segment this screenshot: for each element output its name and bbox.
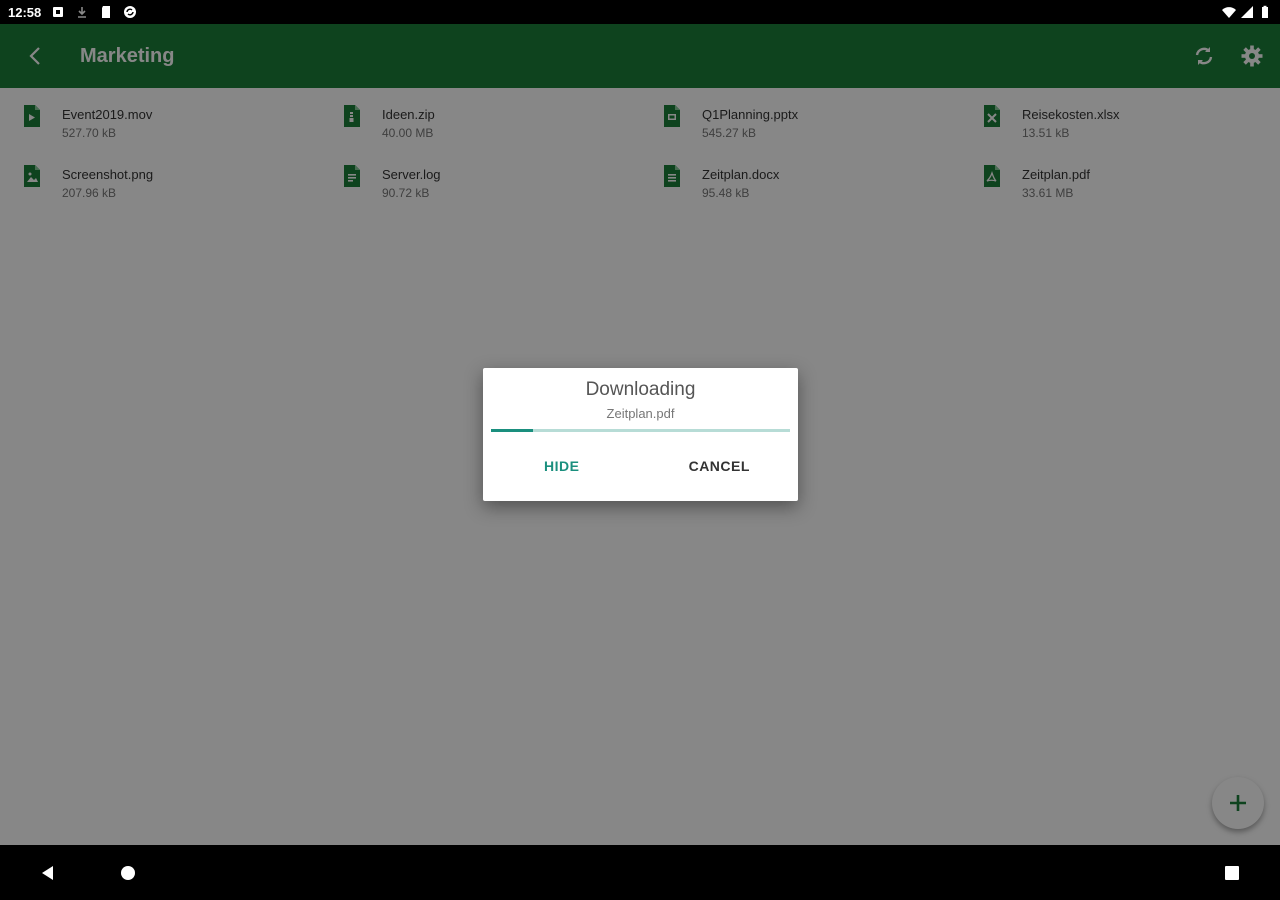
nav-recents-button[interactable] [1202, 845, 1262, 900]
dialog-filename: Zeitplan.pdf [606, 406, 675, 421]
cancel-button[interactable]: CANCEL [641, 452, 799, 480]
nav-back-button[interactable] [18, 845, 78, 900]
status-time: 12:58 [8, 4, 42, 20]
nav-recents-icon [1225, 865, 1239, 880]
sd-card-icon [102, 6, 111, 18]
download-dialog: Downloading Zeitplan.pdf HIDE CANCEL [483, 368, 798, 501]
signal-icon [1241, 6, 1253, 18]
notification-icon [53, 7, 64, 17]
nav-home-icon [121, 865, 135, 880]
dialog-buttons: HIDE CANCEL [483, 452, 798, 480]
dialog-title: Downloading [585, 379, 696, 400]
download-icon [78, 7, 87, 18]
screen: 12:58 Marketing Event2019.mov 527.70 kB … [0, 0, 1280, 900]
nav-back-icon [42, 865, 53, 880]
wifi-icon [1222, 7, 1236, 18]
download-progress-fill [491, 429, 533, 432]
status-bar: 12:58 [0, 0, 1280, 24]
hide-button[interactable]: HIDE [483, 452, 641, 480]
sync-status-icon [124, 6, 137, 18]
navigation-bar [0, 845, 1280, 900]
download-progress-bar [491, 429, 790, 432]
nav-home-button[interactable] [98, 845, 158, 900]
battery-icon [1262, 5, 1268, 18]
